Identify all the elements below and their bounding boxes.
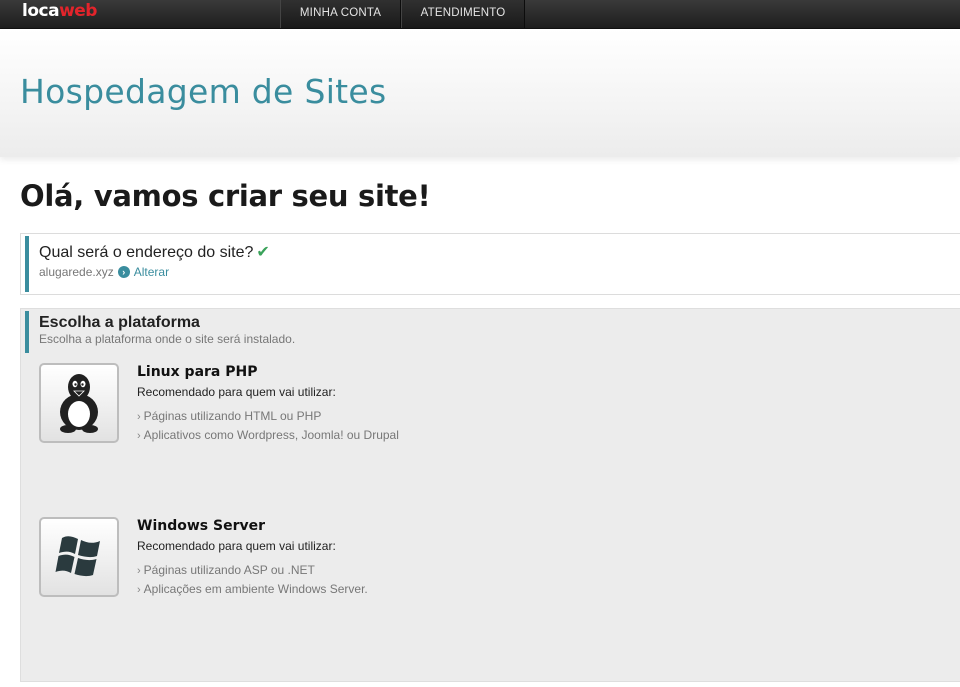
- logo-text-right: eb: [74, 1, 97, 21]
- platform-subtitle: Escolha a plataforma onde o site será in…: [39, 332, 296, 346]
- nav-atendimento[interactable]: ATENDIMENTO: [401, 0, 525, 28]
- windows-option-button[interactable]: [39, 517, 119, 597]
- linux-option-button[interactable]: [39, 363, 119, 443]
- logo-text-left: loca: [22, 1, 60, 21]
- domain-line: alugarede.xyz › Alterar: [39, 265, 169, 279]
- locaweb-logo[interactable]: locaweb: [22, 1, 97, 21]
- greeting-heading: Olá, vamos criar seu site!: [20, 179, 431, 213]
- address-panel: Qual será o endereço do site? ✔ alugarede…: [20, 233, 960, 295]
- address-accent-bar: [25, 236, 29, 292]
- nav-minha-conta[interactable]: MINHA CONTA: [280, 0, 401, 28]
- check-icon: ✔: [256, 244, 270, 261]
- platform-panel: Escolha a plataforma Escolha a plataform…: [20, 308, 960, 682]
- main-nav: MINHA CONTA ATENDIMENTO: [280, 0, 525, 28]
- top-navigation-bar: locaweb MINHA CONTA ATENDIMENTO: [0, 0, 960, 29]
- option-recommended: Recomendado para quem vai utilizar:: [137, 539, 336, 553]
- windows-logo-icon: [55, 536, 100, 577]
- option-linux: Linux para PHP Recomendado para quem vai…: [39, 363, 739, 453]
- page-title: Hospedagem de Sites: [20, 72, 387, 111]
- option-recommended: Recomendado para quem vai utilizar:: [137, 385, 336, 399]
- alter-link[interactable]: Alterar: [134, 265, 169, 279]
- platform-title: Escolha a plataforma: [39, 314, 200, 331]
- option-feature-list: Páginas utilizando ASP ou .NET Aplicaçõe…: [137, 561, 368, 599]
- linux-penguin-icon: [60, 374, 98, 433]
- option-windows: Windows Server Recomendado para quem vai…: [39, 517, 739, 607]
- option-name: Windows Server: [137, 518, 265, 534]
- list-item: Aplicações em ambiente Windows Server.: [137, 580, 368, 599]
- chevron-right-circle-icon[interactable]: ›: [117, 266, 130, 278]
- domain-value: alugarede.xyz: [39, 265, 114, 279]
- platform-accent-bar: [25, 311, 29, 353]
- list-item: Páginas utilizando HTML ou PHP: [137, 407, 399, 426]
- option-feature-list: Páginas utilizando HTML ou PHP Aplicativ…: [137, 407, 399, 445]
- logo-text-accent: w: [59, 1, 75, 21]
- address-question-text: Qual será o endereço do site?: [39, 244, 254, 261]
- address-question: Qual será o endereço do site? ✔: [39, 242, 270, 262]
- option-name: Linux para PHP: [137, 364, 258, 380]
- list-item: Aplicativos como Wordpress, Joomla! ou D…: [137, 426, 399, 445]
- list-item: Páginas utilizando ASP ou .NET: [137, 561, 368, 580]
